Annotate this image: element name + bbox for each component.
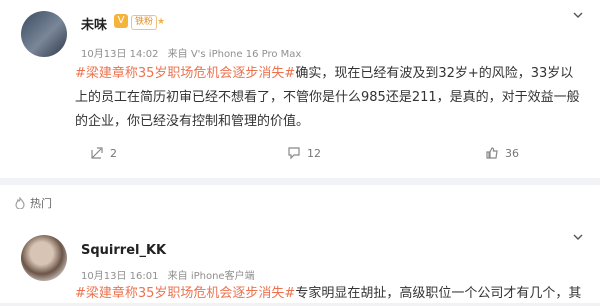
chevron-down-icon xyxy=(573,234,583,240)
hashtag-link[interactable]: #梁建章称35岁职场危机会逐步消失# xyxy=(75,66,295,81)
comment-count: 12 xyxy=(307,147,321,160)
more-button[interactable] xyxy=(570,8,586,24)
flame-icon xyxy=(15,196,25,210)
comment-icon xyxy=(288,147,300,160)
post-content: #梁建章称35岁职场危机会逐步消失#确实，现在已经有波及到32岁+的风险，33岁… xyxy=(75,62,583,134)
repost-button[interactable]: 2 xyxy=(90,146,117,160)
repost-icon xyxy=(91,147,103,159)
comment-more-button[interactable] xyxy=(570,230,586,246)
comment-text: 专家明显在胡扯，高级职位一个公司才有几个，其 xyxy=(295,286,582,301)
post-username[interactable]: 未味 xyxy=(81,14,107,33)
post-meta: 10月13日 14:02 来自 V's iPhone 16 Pro Max xyxy=(81,45,301,60)
hot-section-label: 热门 xyxy=(14,195,52,211)
star-icon: ★ xyxy=(156,17,166,27)
comment-date: 10月13日 16:01 xyxy=(81,271,159,282)
thumbs-up-icon xyxy=(486,147,498,159)
comment-source: 来自 iPhone客户端 xyxy=(167,271,255,282)
comment-content: #梁建章称35岁职场危机会逐步消失#专家明显在胡扯，高级职位一个公司才有几个，其 xyxy=(75,282,583,306)
fan-badge-label: 铁粉 xyxy=(135,17,154,27)
avatar[interactable] xyxy=(21,11,67,57)
comment-button[interactable]: 12 xyxy=(287,146,321,160)
fan-badge[interactable]: 铁粉 ★ xyxy=(131,15,165,30)
like-count: 36 xyxy=(505,147,519,160)
post-date[interactable]: 10月13日 14:02 xyxy=(81,49,158,60)
like-button[interactable]: 36 xyxy=(485,146,519,160)
comment-hashtag-link[interactable]: #梁建章称35岁职场危机会逐步消失# xyxy=(75,286,295,301)
comment-meta: 10月13日 16:01 来自 iPhone客户端 xyxy=(81,267,255,282)
comment-avatar[interactable] xyxy=(21,235,67,281)
hot-label-text: 热门 xyxy=(30,197,52,210)
comment-username[interactable]: Squirrel_KK xyxy=(81,243,166,258)
repost-count: 2 xyxy=(110,147,117,160)
vip-badge[interactable]: V xyxy=(114,14,128,28)
chevron-down-icon xyxy=(573,12,583,18)
post-source: 来自 V's iPhone 16 Pro Max xyxy=(167,49,302,60)
